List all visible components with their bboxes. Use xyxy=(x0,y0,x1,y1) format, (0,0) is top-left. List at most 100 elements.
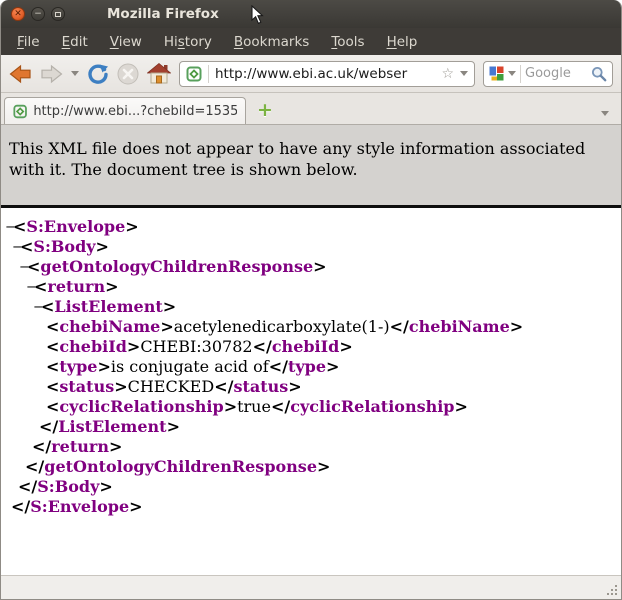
menu-item-history[interactable]: History xyxy=(153,30,223,54)
xml-tag-name: cyclicRelationship xyxy=(59,397,223,416)
xml-tag-name: S:Envelope xyxy=(26,217,125,236)
collapse-toggle-icon[interactable]: − xyxy=(33,298,41,318)
xml-open-tag: <getOntologyChildrenResponse> xyxy=(27,257,327,276)
xml-open-tag: <S:Envelope> xyxy=(13,217,139,236)
xml-close-tag: </chebiName> xyxy=(390,317,524,336)
xml-close-tag: </return> xyxy=(32,437,122,456)
collapse-toggle-icon[interactable]: − xyxy=(26,278,34,298)
xml-line: −<S:Body> xyxy=(12,237,621,257)
resize-grip-icon[interactable] xyxy=(605,583,618,596)
xml-open-tag: <type> xyxy=(46,357,111,376)
xml-line: −<getOntologyChildrenResponse> xyxy=(19,257,621,277)
collapse-toggle-icon[interactable]: − xyxy=(5,218,13,238)
xml-tag-name: chebiId xyxy=(59,337,127,356)
menu-bar: FileEditViewHistoryBookmarksToolsHelp xyxy=(1,28,621,55)
back-forward-dropdown-icon[interactable] xyxy=(71,71,79,76)
url-bar[interactable]: ☆ xyxy=(179,61,475,87)
search-bar[interactable] xyxy=(483,61,613,87)
menu-item-file[interactable]: File xyxy=(6,30,51,54)
firefox-window: ✕ − Mozilla Firefox FileEditViewHistoryB… xyxy=(0,0,622,600)
xml-line: −<ListElement> xyxy=(33,297,621,317)
list-all-tabs-icon[interactable] xyxy=(601,111,609,116)
xml-line: </return> xyxy=(32,437,621,457)
xml-tag-name: type xyxy=(288,357,326,376)
xml-close-tag: </S:Envelope> xyxy=(11,497,143,516)
maximize-icon xyxy=(55,12,61,17)
menu-item-help[interactable]: Help xyxy=(376,30,429,54)
menu-item-bookmarks[interactable]: Bookmarks xyxy=(223,30,320,54)
stop-icon xyxy=(117,63,139,85)
xml-close-tag: </cyclicRelationship> xyxy=(271,397,468,416)
search-input[interactable] xyxy=(525,66,587,81)
search-engine-dropdown-icon[interactable] xyxy=(508,71,516,76)
xml-open-tag: <S:Body> xyxy=(20,237,109,256)
xml-open-tag: <chebiId> xyxy=(46,337,140,356)
title-bar[interactable]: ✕ − Mozilla Firefox xyxy=(1,0,621,28)
xml-text-value: CHEBI:30782 xyxy=(140,337,252,356)
xml-text-value: true xyxy=(237,397,271,416)
xml-close-tag: </type> xyxy=(269,357,340,376)
xml-line: −<return> xyxy=(26,277,621,297)
new-tab-button[interactable]: + xyxy=(255,100,275,120)
xml-tag-name: cyclicRelationship xyxy=(290,397,454,416)
xml-close-tag: </chebiId> xyxy=(253,337,353,356)
home-button[interactable] xyxy=(147,63,171,84)
xml-tag-name: S:Body xyxy=(37,477,99,496)
search-magnifier-icon[interactable] xyxy=(591,66,607,82)
xml-document-tree: −<S:Envelope>−<S:Body>−<getOntologyChild… xyxy=(1,208,621,575)
stop-button[interactable] xyxy=(117,63,139,85)
maximize-button[interactable] xyxy=(51,7,65,21)
back-button[interactable] xyxy=(9,64,32,84)
xml-line: <status>CHECKED</status> xyxy=(46,377,621,397)
tab-title: http://www.ebi...?chebiId=15357 xyxy=(33,104,237,119)
tab-bar: http://www.ebi...?chebiId=15357 + xyxy=(1,93,621,125)
xml-tag-name: return xyxy=(47,277,105,296)
xml-tag-name: S:Body xyxy=(33,237,95,256)
xml-tag-name: chebiName xyxy=(59,317,160,336)
google-logo-icon xyxy=(489,66,504,81)
navigation-toolbar: ☆ xyxy=(1,55,621,93)
tab-favicon xyxy=(13,104,27,119)
xml-style-notice: This XML file does not appear to have an… xyxy=(1,125,621,208)
xml-line: −<S:Envelope> xyxy=(5,217,621,237)
xml-line: </ListElement> xyxy=(39,417,621,437)
menu-item-view[interactable]: View xyxy=(99,30,153,54)
xml-open-tag: <chebiName> xyxy=(46,317,174,336)
reload-button[interactable] xyxy=(87,63,109,85)
status-bar xyxy=(1,575,621,599)
xml-close-tag: </status> xyxy=(214,377,301,396)
xml-tag-name: chebiId xyxy=(272,337,340,356)
xml-line: <chebiName>acetylenedicarboxylate(1-)</c… xyxy=(46,317,621,337)
xml-tag-name: ListElement xyxy=(54,297,162,316)
forward-icon xyxy=(40,64,63,84)
xml-close-tag: </ListElement> xyxy=(39,417,180,436)
xml-tag-name: ListElement xyxy=(58,417,166,436)
xml-tag-name: chebiName xyxy=(409,317,510,336)
mouse-cursor-icon xyxy=(251,5,265,25)
xml-line: <cyclicRelationship>true</cyclicRelation… xyxy=(46,397,621,417)
minimize-button[interactable]: − xyxy=(31,7,45,21)
xml-text-value: CHECKED xyxy=(128,377,215,396)
bookmark-star-icon[interactable]: ☆ xyxy=(441,67,454,81)
collapse-toggle-icon[interactable]: − xyxy=(12,238,20,258)
xml-tag-name: status xyxy=(59,377,114,396)
xml-tag-name: type xyxy=(59,357,97,376)
window-title: Mozilla Firefox xyxy=(107,6,219,22)
collapse-toggle-icon[interactable]: − xyxy=(19,258,27,278)
xml-open-tag: <status> xyxy=(46,377,128,396)
menu-item-edit[interactable]: Edit xyxy=(51,30,99,54)
url-dropdown-icon[interactable] xyxy=(460,71,468,76)
xml-open-tag: <return> xyxy=(34,277,119,296)
xml-close-tag: </getOntologyChildrenResponse> xyxy=(25,457,330,476)
reload-icon xyxy=(87,63,109,85)
xml-line: </S:Body> xyxy=(18,477,621,497)
menu-item-tools[interactable]: Tools xyxy=(320,30,375,54)
active-tab[interactable]: http://www.ebi...?chebiId=15357 xyxy=(4,97,246,124)
xml-tag-name: status xyxy=(233,377,288,396)
close-button[interactable]: ✕ xyxy=(11,7,25,21)
xml-line: </getOntologyChildrenResponse> xyxy=(25,457,621,477)
xml-tag-name: getOntologyChildrenResponse xyxy=(40,257,313,276)
forward-button[interactable] xyxy=(40,64,63,84)
url-input[interactable] xyxy=(215,66,435,82)
xml-line: </S:Envelope> xyxy=(11,497,621,517)
